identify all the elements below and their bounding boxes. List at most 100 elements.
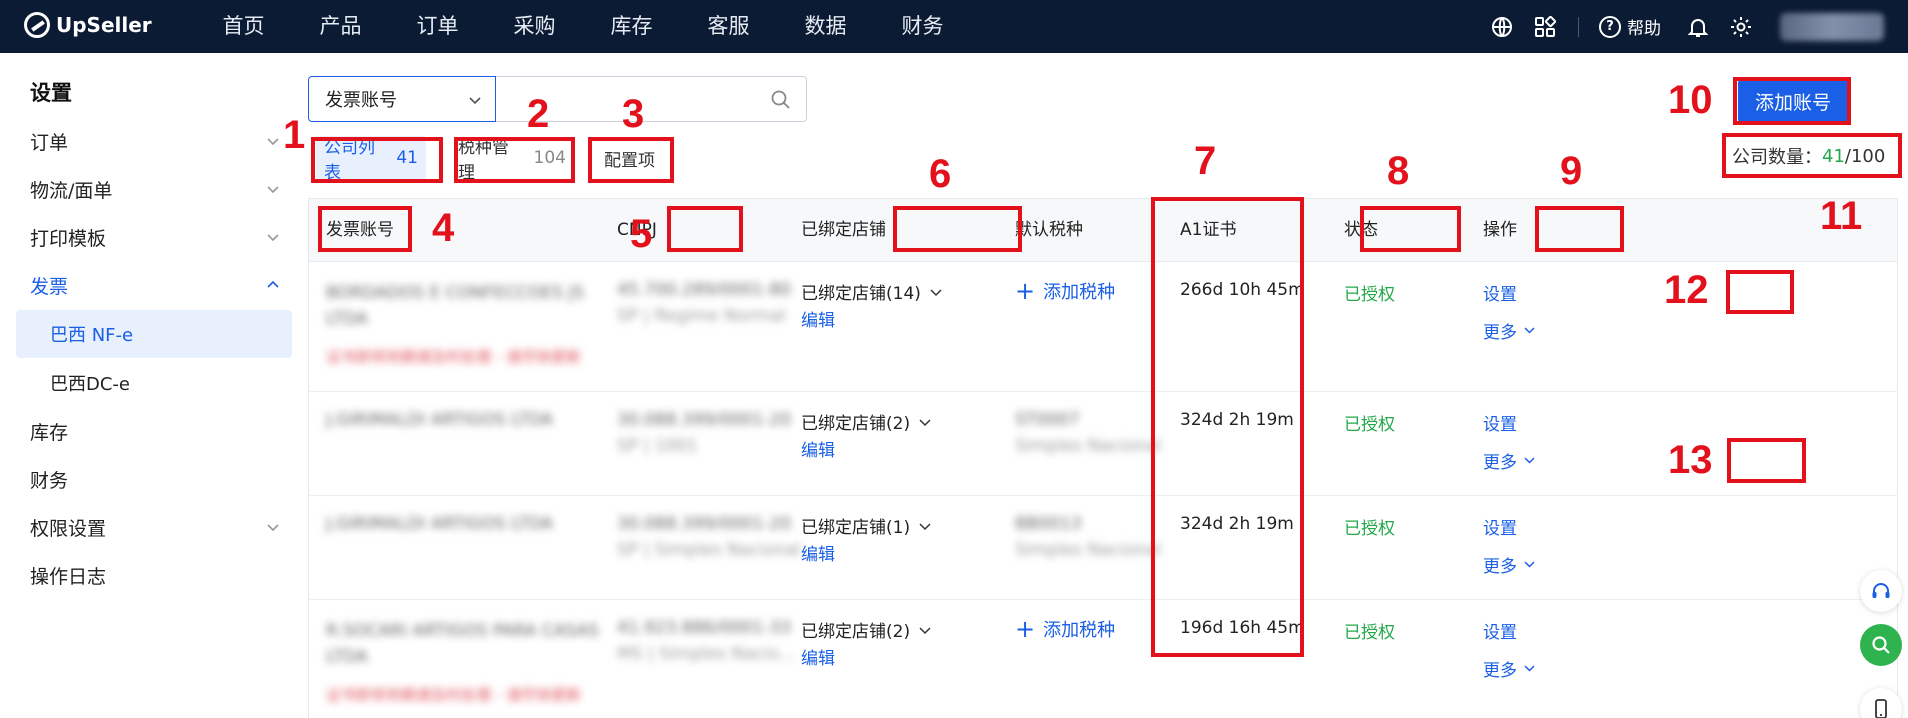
sidebar-item-label: 巴西 NF-e — [50, 325, 134, 346]
add-tax-label: 添加税种 — [1043, 282, 1116, 303]
more-label: 更多 — [1483, 557, 1517, 577]
sidebar-item-finance[interactable]: 财务 — [16, 455, 292, 503]
cnpj-regime: SP | Regime Normal — [617, 306, 786, 326]
sidebar-item-permissions[interactable]: 权限设置 — [16, 503, 292, 551]
sidebar-item-label: 权限设置 — [30, 517, 107, 540]
more-dropdown[interactable]: 更多 — [1483, 318, 1536, 343]
select-value: 发票账号 — [325, 90, 397, 111]
customer-support-button[interactable] — [1860, 570, 1902, 612]
search-icon[interactable] — [770, 89, 792, 111]
bound-stores-dropdown[interactable]: 已绑定店铺(1) — [801, 513, 932, 538]
annotation-number: 13 — [1668, 438, 1713, 482]
quick-search-button[interactable] — [1860, 624, 1902, 666]
edit-stores-link[interactable]: 编辑 — [801, 540, 835, 565]
nav-purchase[interactable]: 采购 — [486, 0, 583, 53]
edit-stores-link[interactable]: 编辑 — [801, 306, 835, 331]
annotation-box-2 — [454, 137, 575, 183]
cnpj-number: 41.923.886/0001-33 — [617, 618, 792, 638]
settings-link[interactable]: 设置 — [1483, 410, 1517, 435]
cnpj-regime: SP | Simples Nacional — [617, 540, 801, 560]
account-warning: 证书即将到期请及时处理 - 请尽快更新 — [326, 686, 581, 704]
edit-stores-link[interactable]: 编辑 — [801, 644, 835, 669]
bound-stores-dropdown[interactable]: 已绑定店铺(14) — [801, 279, 943, 304]
main-nav: 首页 产品 订单 采购 库存 客服 数据 财务 — [195, 0, 971, 53]
sidebar-item-brazil-dce[interactable]: 巴西DC-e — [16, 359, 292, 407]
nav-products[interactable]: 产品 — [292, 0, 389, 53]
annotation-number: 5 — [630, 212, 653, 256]
bound-stores-dropdown[interactable]: 已绑定店铺(2) — [801, 617, 932, 642]
nav-inventory[interactable]: 库存 — [583, 0, 680, 53]
cnpj-number: 45.700.289/0001-80 — [617, 280, 792, 300]
annotation-number: 1 — [283, 113, 306, 157]
user-account-menu[interactable] — [1780, 12, 1884, 41]
sidebar-item-brazil-nfe[interactable]: 巴西 NF-e — [16, 310, 292, 358]
bound-stores-label: 已绑定店铺(2) — [801, 414, 911, 434]
search-type-select[interactable]: 发票账号 — [308, 76, 496, 122]
sidebar-item-operation-log[interactable]: 操作日志 — [16, 551, 292, 599]
status-badge: 已授权 — [1344, 623, 1395, 643]
annotation-box-7 — [1151, 197, 1304, 657]
brand-logo[interactable]: UpSeller — [24, 12, 152, 38]
settings-link[interactable]: 设置 — [1483, 280, 1517, 305]
settings-link[interactable]: 设置 — [1483, 514, 1517, 539]
annotation-number: 7 — [1194, 139, 1217, 183]
nav-data[interactable]: 数据 — [777, 0, 874, 53]
toolbar-divider — [1578, 16, 1579, 37]
table-row: J.GIRIMALDI ARTIGOS LTDA 30.088.399/0001… — [309, 392, 1897, 496]
chevron-down-icon — [267, 186, 279, 194]
sidebar-item-invoice[interactable]: 发票 — [16, 261, 292, 309]
more-dropdown[interactable]: 更多 — [1483, 656, 1536, 681]
annotation-box-6 — [893, 206, 1022, 252]
add-tax-button[interactable]: + 添加税种 — [1015, 616, 1115, 642]
sidebar-item-print-templates[interactable]: 打印模板 — [16, 213, 292, 261]
annotation-number: 8 — [1387, 149, 1410, 193]
annotation-box-10 — [1733, 77, 1851, 125]
account-warning: 证书即将到期请及时处理 - 请尽快更新 — [326, 348, 581, 366]
upseller-logo-icon — [24, 12, 50, 38]
status-badge: 已授权 — [1344, 285, 1395, 305]
chevron-down-icon — [267, 234, 279, 242]
chevron-down-icon — [1524, 561, 1535, 568]
status-badge: 已授权 — [1344, 519, 1395, 539]
apps-grid-icon[interactable] — [1532, 14, 1558, 40]
chevron-down-icon — [919, 626, 931, 634]
cnpj-regime: SP | 1001 — [617, 436, 698, 456]
nav-orders[interactable]: 订单 — [389, 0, 486, 53]
invoice-account-name: R.SOCARI ARTIGOS PARA CASAS LTDA — [326, 621, 599, 667]
default-tax-regime: Simples Nacional — [1015, 540, 1161, 560]
bound-stores-label: 已绑定店铺(14) — [801, 284, 921, 304]
nav-finance[interactable]: 财务 — [874, 0, 971, 53]
annotation-number: 9 — [1560, 149, 1583, 193]
cnpj-regime: MS | Simples Nacio... — [617, 644, 795, 664]
sidebar-item-label: 订单 — [30, 131, 69, 154]
chevron-down-icon — [267, 524, 279, 532]
search-icon — [1872, 636, 1890, 654]
sidebar-item-logistics[interactable]: 物流/面单 — [16, 165, 292, 213]
add-tax-button[interactable]: + 添加税种 — [1015, 278, 1115, 304]
more-dropdown[interactable]: 更多 — [1483, 448, 1536, 473]
nav-home[interactable]: 首页 — [195, 0, 292, 53]
help-label: 帮助 — [1627, 19, 1661, 39]
bell-icon[interactable] — [1685, 14, 1711, 40]
column-header-default-tax: 默认税种 — [1015, 220, 1083, 240]
table-row: J.GIRIMALDI ARTIGOS LTDA 30.088.399/0001… — [309, 496, 1897, 600]
edit-stores-link[interactable]: 编辑 — [801, 436, 835, 461]
annotation-number: 2 — [527, 92, 550, 136]
bound-stores-dropdown[interactable]: 已绑定店铺(2) — [801, 409, 932, 434]
settings-link[interactable]: 设置 — [1483, 618, 1517, 643]
annotation-box-1 — [311, 137, 443, 183]
headset-icon — [1872, 583, 1890, 598]
globe-icon[interactable] — [1489, 14, 1515, 40]
gear-icon[interactable] — [1728, 14, 1754, 40]
more-dropdown[interactable]: 更多 — [1483, 552, 1536, 577]
invoice-account-name: J.GIRIMALDI ARTIGOS LTDA — [326, 514, 553, 534]
sidebar-item-inventory[interactable]: 库存 — [16, 407, 292, 455]
more-label: 更多 — [1483, 661, 1517, 681]
bound-stores-label: 已绑定店铺(2) — [801, 622, 911, 642]
nav-customer-service[interactable]: 客服 — [680, 0, 777, 53]
sidebar-item-orders[interactable]: 订单 — [16, 117, 292, 165]
annotation-number: 6 — [929, 152, 952, 196]
more-label: 更多 — [1483, 323, 1517, 343]
help-button[interactable]: ? 帮助 — [1599, 14, 1661, 39]
table-row: BORDADOS E CONFECCOES JS LTDA 证书即将到期请及时处… — [309, 262, 1897, 392]
